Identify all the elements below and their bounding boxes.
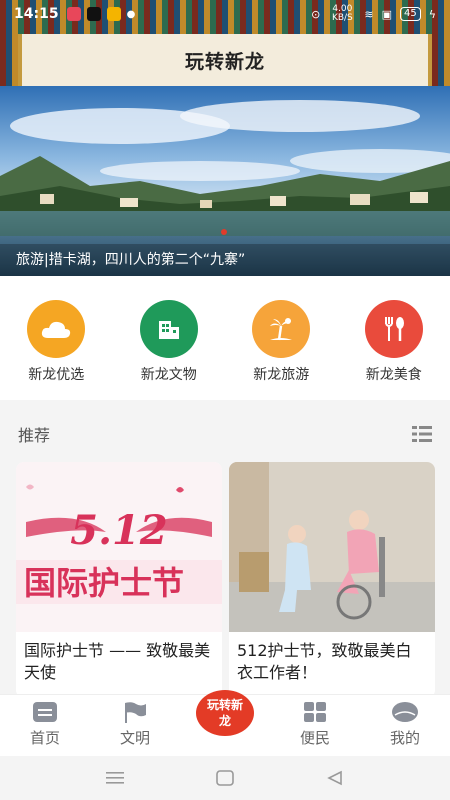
dot-icon: ●: [126, 8, 136, 20]
tab-mine[interactable]: 我的: [360, 701, 450, 756]
home-icon: [33, 702, 57, 722]
page-title: 玩转新龙: [184, 50, 265, 73]
quick-nav-item-youxuan[interactable]: 新龙优选: [0, 276, 113, 400]
app-screen: 14:15 ● ⊙ 4.00 KB/S ≋ ▣ 45 ϟ 玩转新龙 旅游|措卡湖…: [0, 0, 450, 800]
quick-nav-label: 新龙美食: [365, 367, 422, 383]
quick-nav-item-wenwu[interactable]: 新龙文物: [113, 276, 226, 400]
wifi-icon: ≋: [364, 7, 374, 21]
card-title: 国际护士节 —— 致敬最美天使: [24, 641, 211, 682]
tab-label: 文明: [119, 729, 150, 747]
carousel-indicator[interactable]: [221, 229, 227, 235]
status-bar: 14:15 ● ⊙ 4.00 KB/S ≋ ▣ 45 ϟ: [0, 0, 450, 28]
weibo-icon: [106, 7, 121, 21]
section-title: 推荐: [18, 426, 51, 445]
charging-icon: ϟ: [428, 7, 436, 21]
quick-nav: 新龙优选 新龙文物 新龙旅游 新龙美食: [0, 276, 450, 400]
grid-icon: [304, 702, 326, 722]
recommend-header: 推荐: [0, 410, 450, 458]
card-image: [229, 462, 435, 632]
bottom-tab-bar: 首页 文明 玩转新龙 便民 我的: [0, 690, 450, 756]
card-title: 512护士节，致敬最美白衣工作者！: [237, 641, 412, 682]
sim-icon: ▣: [381, 7, 392, 21]
system-nav-bar: [0, 756, 450, 800]
tab-wanzhuan-xinlong[interactable]: 玩转新龙: [180, 690, 270, 756]
banner-caption[interactable]: 旅游|措卡湖，四川人的第二个“九寨”: [0, 244, 450, 276]
flag-icon: [125, 702, 146, 723]
network-speed: 4.00 KB/S: [331, 4, 353, 23]
status-time: 14:15: [14, 6, 59, 22]
header-title-panel: 玩转新龙: [18, 34, 432, 86]
quick-nav-label: 新龙旅游: [253, 367, 310, 383]
palm-tree-icon: [252, 300, 311, 358]
quick-nav-item-meishi[interactable]: 新龙美食: [338, 276, 450, 400]
back-triangle-icon[interactable]: [326, 770, 344, 786]
tab-bianmin[interactable]: 便民: [270, 701, 360, 756]
svg-text:5.12: 5.12: [70, 507, 167, 554]
article-card[interactable]: 512护士节，致敬最美白衣工作者！: [229, 462, 435, 698]
card-image: 5.12 国际护士节: [16, 462, 222, 632]
tiktok-icon: [86, 7, 101, 21]
tab-label: 便民: [299, 729, 330, 747]
svg-text:国际护士节: 国际护士节: [24, 564, 184, 602]
building-icon: [139, 300, 198, 358]
cloud-icon: [27, 300, 86, 358]
list-view-icon[interactable]: [412, 425, 432, 443]
quick-nav-item-lvyou[interactable]: 新龙旅游: [225, 276, 338, 400]
status-right: ⊙ 4.00 KB/S ≋ ▣ 45 ϟ: [311, 5, 436, 23]
location-icon: ⊙: [311, 7, 321, 21]
home-square-icon[interactable]: [216, 770, 234, 786]
quick-nav-label: 新龙优选: [28, 367, 85, 383]
quick-nav-label: 新龙文物: [140, 367, 197, 383]
banner-carousel[interactable]: 旅游|措卡湖，四川人的第二个“九寨”: [0, 86, 450, 276]
battery-indicator: 45: [400, 7, 421, 21]
menu-icon[interactable]: [106, 772, 124, 784]
video-app-icon: [66, 7, 81, 21]
article-card[interactable]: 5.12 国际护士节 国际护士节 —— 致敬最美天使: [16, 462, 222, 698]
nurse-patient-photo: [229, 462, 435, 632]
tab-label: 首页: [29, 729, 60, 747]
center-tab-button[interactable]: 玩转新龙: [196, 690, 254, 736]
tab-label: 我的: [389, 729, 420, 747]
tab-wenming[interactable]: 文明: [90, 701, 180, 756]
nurses-day-poster-image: 5.12 国际护士节: [16, 462, 222, 632]
user-profile-icon: [392, 702, 418, 722]
tab-home[interactable]: 首页: [0, 701, 90, 756]
fork-spoon-icon: [364, 300, 423, 358]
